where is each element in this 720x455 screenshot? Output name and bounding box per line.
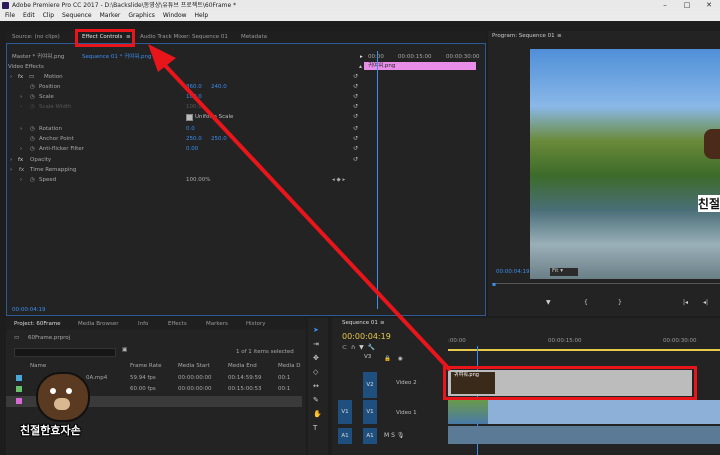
annotation-arrow	[148, 44, 452, 372]
